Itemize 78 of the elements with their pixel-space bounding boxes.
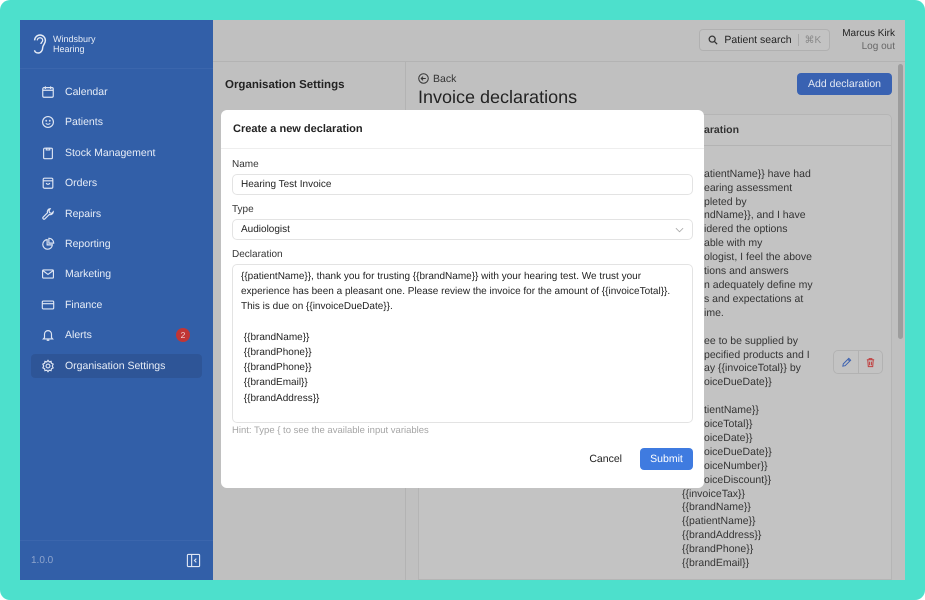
sidebar-item[interactable]: Patients: [31, 110, 202, 134]
declaration-text: ologist, I feel the above: [704, 251, 812, 266]
declaration-text: ee to be supplied by: [704, 334, 798, 349]
declaration-text: oiceNumber}}: [704, 460, 768, 474]
patient-search-button[interactable]: Patient search ⌘K: [699, 29, 830, 52]
collapse-sidebar-icon[interactable]: [186, 553, 201, 568]
declaration-text: earing assessment: [704, 182, 792, 196]
sidebar-item[interactable]: Finance: [31, 292, 202, 317]
declaration-text: oiceDueDate}}: [704, 446, 772, 460]
smiley-icon: [41, 115, 55, 130]
section-title: Organisation Settings: [225, 78, 344, 91]
field-label: Name: [232, 159, 259, 170]
logo-text: Hearing: [53, 44, 86, 54]
wrench-icon: [41, 206, 55, 221]
sidebar-item[interactable]: Stock Management: [31, 140, 202, 165]
column-header: aration: [704, 124, 740, 136]
pie-chart-icon: [41, 236, 55, 251]
declaration-text: oiceDiscount}}: [704, 474, 772, 488]
declaration-text: pecified products and I: [704, 348, 810, 362]
declaration-text: tions and answers: [704, 265, 789, 279]
declaration-text: ndName}}, and I have: [704, 209, 806, 224]
cancel-button[interactable]: Cancel: [583, 452, 628, 466]
declaration-text: {{invoiceTax}}: [682, 488, 746, 502]
field-label: Type: [232, 204, 254, 215]
add-declaration-button[interactable]: Add declaration: [797, 72, 892, 95]
scrollbar[interactable]: [898, 64, 903, 339]
settings-icon: [41, 358, 55, 373]
logout-link[interactable]: Log out: [862, 41, 895, 52]
sidebar-item[interactable]: Reporting: [31, 232, 202, 256]
declaration-text: pleted by: [704, 196, 747, 210]
search-icon: [708, 35, 718, 46]
back-arrow-icon: [418, 73, 429, 84]
chevron-down-icon: [675, 226, 684, 232]
declaration-text: n adequately define my: [704, 279, 813, 293]
type-dropdown[interactable]: Audiologist: [232, 219, 693, 240]
declaration-text: ime.: [704, 306, 724, 321]
credit-card-icon: [41, 298, 55, 312]
bag-icon: [41, 176, 55, 190]
trash-icon: [865, 356, 876, 368]
declaration-text: tientName}}: [704, 404, 759, 418]
count-badge: 2: [176, 328, 190, 342]
sidebar-item[interactable]: Calendar: [31, 80, 202, 104]
version-text: 1.0.0: [31, 555, 54, 566]
declaration-text: able with my: [704, 237, 762, 252]
declaration-text: {{brandEmail}}: [682, 557, 750, 571]
declaration-text: oiceTotal}}: [704, 418, 752, 432]
calendar-icon: [41, 85, 55, 99]
sidebar-item[interactable]: Alerts 2: [31, 323, 202, 348]
declaration-text: ay {{invoiceTotal}} by: [704, 362, 801, 376]
declaration-text: {{brandAddress}}: [682, 529, 762, 544]
dialog-title: Create a new declaration: [221, 110, 704, 149]
sidebar-item[interactable]: Organisation Settings: [31, 354, 202, 378]
user-name: Marcus Kirk: [842, 28, 895, 40]
submit-button[interactable]: Submit: [640, 448, 693, 470]
declaration-text: oiceDueDate}}: [704, 376, 772, 390]
clipboard-icon: [41, 146, 55, 160]
shortcut-hint: ⌘K: [798, 34, 822, 46]
declaration-text: {{brandPhone}}: [682, 543, 754, 558]
sidebar-item[interactable]: Orders: [31, 171, 202, 196]
pencil-icon: [840, 356, 852, 368]
hint-text: Hint: Type { to see the available input variables: [232, 425, 429, 436]
envelope-icon: [41, 267, 55, 282]
declaration-text: oiceDate}}: [704, 432, 752, 446]
declaration-text: {{brandName}}: [682, 501, 751, 516]
declaration-text: s and expectations at: [704, 292, 804, 307]
back-link[interactable]: Back: [418, 72, 578, 85]
sidebar-item[interactable]: Marketing: [31, 262, 202, 286]
declaration-text: idered the options: [704, 223, 788, 238]
page-title: Invoice declarations: [418, 86, 578, 108]
field-label: Declaration: [232, 249, 283, 260]
declaration-text: {{patientName}}: [682, 515, 756, 530]
declaration-field[interactable]: {{patientName}}, thank you for trusting {{brandName}} with your hearing test. We trust your experience has been a pleasant one. Please review the invoice for the amount of {{invoiceTotal}}. This is due on {{invoiceDueDate}}. {{brandName}} {{brandPhone}} {{brandPhone}} {{brandEmail}} {{brandAddress}}: [232, 264, 693, 423]
ear-icon: [31, 32, 49, 56]
logo-text: Windsbury: [53, 34, 96, 44]
bell-icon: [41, 328, 55, 342]
sidebar-item[interactable]: Repairs: [31, 202, 202, 226]
name-field[interactable]: Hearing Test Invoice: [232, 174, 693, 195]
declaration-text: atientName}} have had: [704, 168, 811, 182]
